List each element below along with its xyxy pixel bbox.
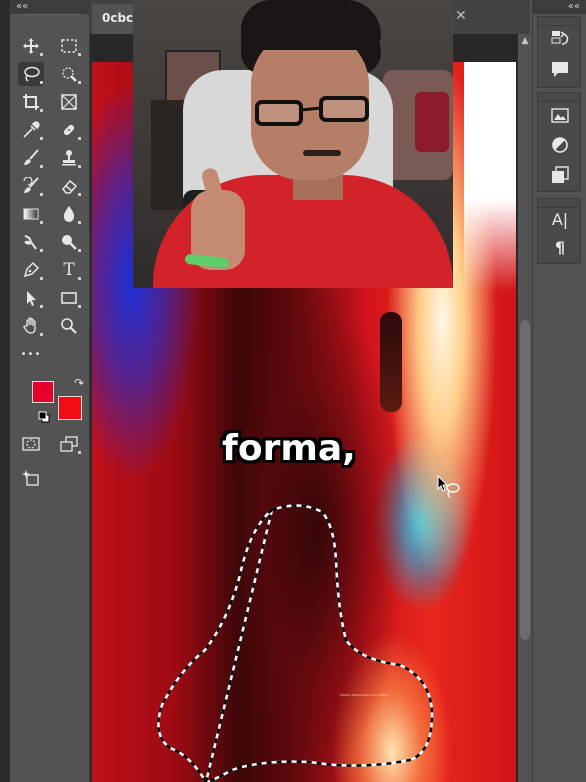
libraries-panel-button[interactable]: [544, 103, 576, 127]
path-selection-icon: [27, 291, 36, 306]
comments-panel-button[interactable]: [544, 57, 576, 81]
adjustments-panel-button[interactable]: [544, 133, 576, 157]
layers-panel-button[interactable]: [544, 163, 576, 187]
healing-brush-tool[interactable]: [56, 118, 82, 142]
healing-brush-icon: [63, 124, 75, 136]
quick-selection-icon: [62, 67, 77, 82]
frame-tool[interactable]: [56, 90, 82, 114]
zoom-tool[interactable]: [56, 314, 82, 338]
poster-arm: [380, 312, 402, 412]
right-panel-dock: «« A| ¶: [532, 0, 586, 782]
more-tools-icon: •••: [20, 348, 42, 360]
history-brush-tool[interactable]: [18, 174, 44, 198]
gradient-icon: [23, 208, 39, 220]
move-icon: [23, 38, 39, 54]
rectangle-shape-icon: [61, 292, 77, 304]
panel-group-history: [537, 16, 581, 88]
frame-icon: [61, 94, 77, 110]
eyedropper-icon: [23, 121, 40, 138]
background-color-swatch[interactable]: [58, 396, 82, 420]
history-panel-button[interactable]: [544, 27, 576, 51]
panel-group-type: A| ¶: [537, 198, 581, 264]
blur-tool[interactable]: [56, 202, 82, 226]
poster-fine-print: MARCA REGISTRADA DC COMICS: [340, 693, 390, 697]
eraser-tool[interactable]: [56, 174, 82, 198]
quick-selection-tool[interactable]: [56, 62, 82, 86]
lasso-tool[interactable]: [18, 62, 44, 86]
window-edge: [0, 0, 10, 782]
lasso-icon: [24, 66, 40, 82]
clone-stamp-icon: [62, 150, 76, 166]
caption-text: forma,: [222, 428, 356, 469]
dodge-icon: [24, 235, 37, 250]
tools-panel: «« T ••• ↷: [10, 0, 90, 782]
scroll-up-arrow-icon[interactable]: ▲: [518, 36, 532, 46]
character-panel-button[interactable]: A|: [544, 207, 576, 231]
webcam-overlay: [133, 0, 453, 288]
panel-grip[interactable]: [20, 14, 79, 21]
content-aware-button[interactable]: [18, 466, 44, 490]
sparkle-image-icon: [22, 470, 39, 486]
layers-icon: [552, 166, 569, 183]
dodge-burn-tool[interactable]: [56, 230, 82, 254]
adjustments-icon: [552, 137, 568, 153]
eraser-icon: [62, 179, 78, 194]
eyedropper-tool[interactable]: [18, 118, 44, 142]
history-icon: [551, 31, 569, 45]
path-selection-tool[interactable]: [18, 286, 44, 310]
brush-icon: [24, 149, 39, 165]
pen-icon: [23, 261, 40, 278]
collapse-tools-button[interactable]: ««: [10, 0, 89, 14]
scrollbar-thumb[interactable]: [520, 320, 530, 640]
paragraph-panel-button[interactable]: ¶: [544, 235, 576, 259]
panel-group-libraries: [537, 92, 581, 192]
glasses: [255, 96, 369, 126]
comments-icon: [552, 62, 568, 77]
hand-tool[interactable]: [18, 314, 44, 338]
pen-tool[interactable]: [18, 258, 44, 282]
crop-tool[interactable]: [18, 90, 44, 114]
subtitle-caption: forma,: [0, 428, 586, 469]
blur-icon: [63, 206, 75, 222]
default-colors-icon[interactable]: [38, 411, 50, 423]
marquee-tool[interactable]: [56, 34, 82, 58]
character-icon: A|: [551, 209, 569, 229]
crop-icon: [23, 94, 39, 110]
move-tool[interactable]: [18, 34, 44, 58]
close-tab-icon[interactable]: ✕: [455, 8, 467, 24]
lasso-cursor-icon: [437, 474, 460, 498]
history-brush-icon: [23, 177, 39, 193]
clone-stamp-tool[interactable]: [56, 146, 82, 170]
foreground-color-swatch[interactable]: [32, 381, 54, 403]
swap-colors-icon[interactable]: ↷: [74, 376, 84, 390]
rectangle-tool[interactable]: [56, 286, 82, 310]
brush-tool[interactable]: [18, 146, 44, 170]
rectangular-marquee-icon: [61, 39, 77, 53]
paragraph-icon: ¶: [554, 237, 566, 257]
gradient-tool[interactable]: [18, 202, 44, 226]
libraries-icon: [551, 108, 569, 123]
type-icon: T: [63, 260, 75, 280]
edit-toolbar-button[interactable]: •••: [18, 342, 44, 366]
dodge-tool[interactable]: [18, 230, 44, 254]
collapse-panels-button[interactable]: ««: [533, 0, 586, 14]
type-tool[interactable]: T: [56, 258, 82, 282]
zoom-icon: [61, 318, 77, 334]
hand-icon: [23, 317, 36, 334]
burn-icon: [62, 235, 77, 250]
